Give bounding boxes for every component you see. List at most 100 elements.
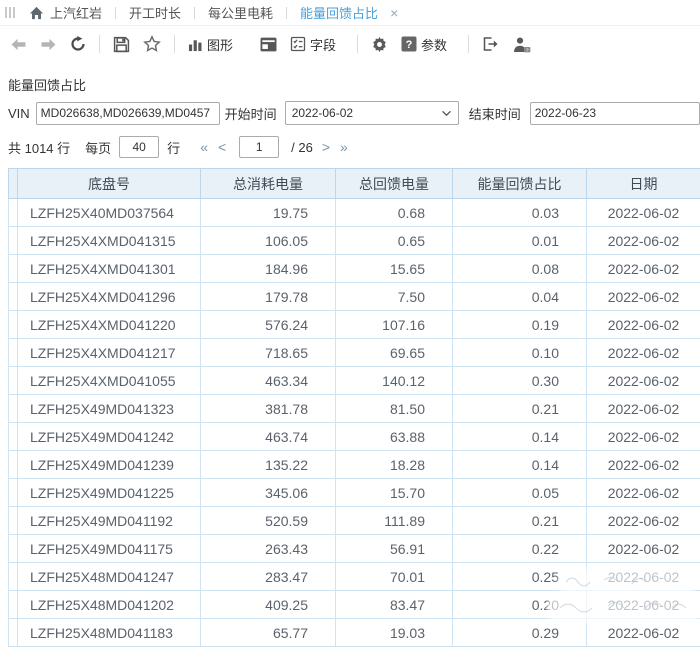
back-button[interactable] [10, 38, 27, 51]
cell-ratio: 0.01 [453, 227, 587, 255]
cell-date: 2022-06-02 [587, 507, 700, 535]
cell-date: 2022-06-02 [587, 479, 700, 507]
table-row[interactable]: LZFH25X40MD037564 19.75 0.68 0.03 2022-0… [9, 199, 700, 227]
cell-consumed: 179.78 [201, 283, 336, 311]
start-time-select[interactable]: 2022-06-02 [285, 101, 459, 125]
params-button[interactable]: ? 参数 [401, 35, 447, 54]
params-button-label: 参数 [421, 35, 447, 54]
cell-chassis: LZFH25X4XMD041055 [18, 367, 201, 395]
table-row[interactable]: LZFH25X49MD041323 381.78 81.50 0.21 2022… [9, 395, 700, 423]
settings-button[interactable] [371, 36, 388, 53]
tab-separator [286, 7, 287, 19]
cell-chassis: LZFH25X4XMD041301 [18, 255, 201, 283]
close-icon[interactable]: × [390, 5, 398, 21]
cell-feedback: 69.65 [336, 339, 453, 367]
column-header-feedback[interactable]: 总回馈电量 [336, 169, 453, 199]
cell-consumed: 345.06 [201, 479, 336, 507]
tab-home[interactable]: 上汽红岩 [25, 3, 106, 22]
cell-date: 2022-06-02 [587, 199, 700, 227]
row-gutter [9, 367, 18, 395]
forward-button[interactable] [40, 38, 57, 51]
cell-date: 2022-06-02 [587, 395, 700, 423]
page-number-input[interactable] [239, 136, 279, 158]
cell-chassis: LZFH25X48MD041183 [18, 619, 201, 647]
chart-button-label: 图形 [207, 35, 233, 54]
cell-date: 2022-06-02 [587, 367, 700, 395]
table-row[interactable]: LZFH25X49MD041175 263.43 56.91 0.22 2022… [9, 535, 700, 563]
toolbar-separator [357, 35, 358, 53]
cell-feedback: 70.01 [336, 563, 453, 591]
cell-chassis: LZFH25X48MD041202 [18, 591, 201, 619]
vin-label: VIN [8, 106, 30, 121]
per-page-input[interactable] [119, 136, 159, 158]
cell-ratio: 0.14 [453, 423, 587, 451]
favorite-button[interactable] [143, 35, 161, 53]
grip-icon[interactable] [5, 7, 15, 18]
cell-ratio: 0.20 [453, 591, 587, 619]
tab-separator [194, 7, 195, 19]
column-header-ratio[interactable]: 能量回馈占比 [453, 169, 587, 199]
table-row[interactable]: LZFH25X4XMD041217 718.65 69.65 0.10 2022… [9, 339, 700, 367]
export-button[interactable] [482, 36, 499, 52]
cell-date: 2022-06-02 [587, 423, 700, 451]
cell-chassis: LZFH25X4XMD041296 [18, 283, 201, 311]
user-button[interactable]: ? [512, 36, 531, 53]
first-page-button[interactable]: « [195, 139, 213, 155]
tab-energy-feedback-ratio[interactable]: 能量回馈占比 × [296, 3, 402, 22]
table-row[interactable]: LZFH25X48MD041183 65.77 19.03 0.29 2022-… [9, 619, 700, 647]
tab-label: 开工时长 [129, 3, 181, 22]
column-header-chassis[interactable]: 底盘号 [18, 169, 201, 199]
cell-feedback: 15.70 [336, 479, 453, 507]
fields-checklist-icon [290, 36, 306, 52]
cell-ratio: 0.30 [453, 367, 587, 395]
cell-ratio: 0.21 [453, 507, 587, 535]
cell-feedback: 83.47 [336, 591, 453, 619]
next-page-button[interactable]: > [317, 139, 335, 155]
home-icon [29, 6, 44, 20]
fields-button[interactable]: 字段 [290, 35, 336, 54]
refresh-button[interactable] [70, 36, 86, 52]
table-row[interactable]: LZFH25X49MD041192 520.59 111.89 0.21 202… [9, 507, 700, 535]
svg-text:?: ? [526, 47, 529, 53]
table-row[interactable]: LZFH25X48MD041247 283.47 70.01 0.25 2022… [9, 563, 700, 591]
cell-consumed: 463.74 [201, 423, 336, 451]
cell-chassis: LZFH25X49MD041225 [18, 479, 201, 507]
save-button[interactable] [113, 36, 130, 53]
row-gutter [9, 591, 18, 619]
column-header-date[interactable]: 日期 [587, 169, 700, 199]
row-gutter [9, 339, 18, 367]
export-icon [482, 36, 499, 52]
cell-feedback: 81.50 [336, 395, 453, 423]
tab-label: 能量回馈占比 [300, 3, 378, 22]
column-header-consumed[interactable]: 总消耗电量 [201, 169, 336, 199]
cell-ratio: 0.03 [453, 199, 587, 227]
cell-ratio: 0.05 [453, 479, 587, 507]
prev-page-button[interactable]: < [213, 139, 231, 155]
end-time-input[interactable] [530, 102, 700, 125]
question-box-icon: ? [401, 36, 417, 52]
cell-ratio: 0.29 [453, 619, 587, 647]
cell-date: 2022-06-02 [587, 535, 700, 563]
table-row[interactable]: LZFH25X4XMD041055 463.34 140.12 0.30 202… [9, 367, 700, 395]
toolbar: 图形 字段 ? 参数 ? [0, 26, 700, 62]
table-row[interactable]: LZFH25X49MD041239 135.22 18.28 0.14 2022… [9, 451, 700, 479]
cell-feedback: 56.91 [336, 535, 453, 563]
table-row[interactable]: LZFH25X49MD041242 463.74 63.88 0.14 2022… [9, 423, 700, 451]
tab-label: 上汽红岩 [50, 3, 102, 22]
cell-date: 2022-06-02 [587, 339, 700, 367]
table-row[interactable]: LZFH25X49MD041225 345.06 15.70 0.05 2022… [9, 479, 700, 507]
table-row[interactable]: LZFH25X48MD041202 409.25 83.47 0.20 2022… [9, 591, 700, 619]
last-page-button[interactable]: » [335, 139, 353, 155]
tab-work-duration[interactable]: 开工时长 [125, 3, 185, 22]
table-row[interactable]: LZFH25X4XMD041315 106.05 0.65 0.01 2022-… [9, 227, 700, 255]
cell-consumed: 520.59 [201, 507, 336, 535]
chart-button[interactable]: 图形 [188, 35, 233, 54]
table-row[interactable]: LZFH25X4XMD041301 184.96 15.65 0.08 2022… [9, 255, 700, 283]
panel-button[interactable] [260, 37, 277, 52]
table-row[interactable]: LZFH25X4XMD041296 179.78 7.50 0.04 2022-… [9, 283, 700, 311]
vin-input[interactable] [36, 102, 220, 125]
tab-energy-per-km[interactable]: 每公里电耗 [204, 3, 277, 22]
cell-date: 2022-06-02 [587, 255, 700, 283]
cell-consumed: 184.96 [201, 255, 336, 283]
table-row[interactable]: LZFH25X4XMD041220 576.24 107.16 0.19 202… [9, 311, 700, 339]
